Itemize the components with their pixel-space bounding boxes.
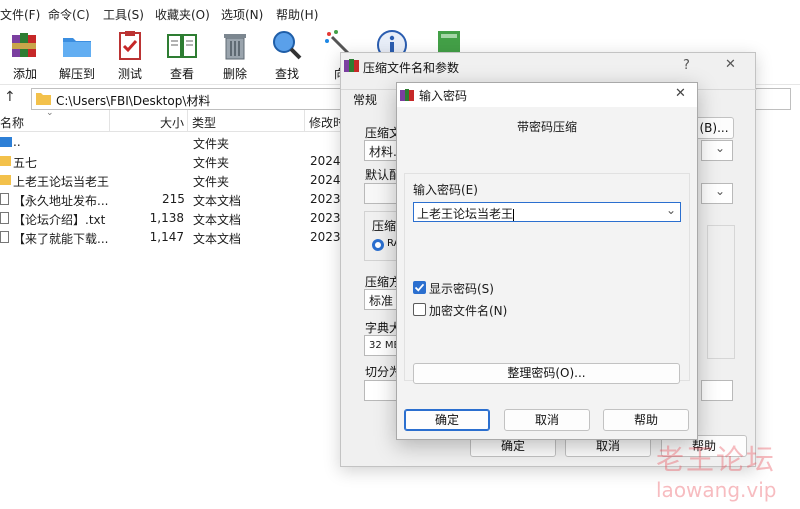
file-size: 1,147	[149, 230, 184, 244]
file-type: 文本文档	[193, 194, 242, 208]
file-name: 【来了就能下载...	[13, 232, 109, 246]
book-icon	[167, 34, 197, 58]
file-type: 文件夹	[193, 137, 230, 151]
dict-dropdown[interactable]: 32 MB	[364, 335, 400, 356]
menu-tools[interactable]: 工具(S)	[103, 6, 144, 23]
browse-button[interactable]: (B)...	[694, 117, 734, 139]
column-header-type[interactable]: 类型	[188, 110, 305, 132]
archive-books-icon	[12, 33, 36, 57]
extract-button[interactable]: 解压到	[50, 26, 104, 84]
trash-icon	[224, 34, 246, 60]
ok-button[interactable]: 确定	[404, 409, 490, 431]
archive-name-input[interactable]: 材料.r	[364, 140, 400, 161]
clipboard-check-icon	[119, 31, 141, 60]
archive-name-dropdown[interactable]: ⌄	[701, 140, 733, 161]
organize-passwords-button[interactable]: 整理密码(O)...	[413, 363, 680, 384]
file-type: 文本文档	[193, 213, 242, 227]
find-label: 查找	[274, 67, 299, 81]
magnifier-icon	[273, 31, 302, 60]
dialog-title: 压缩文件名和参数	[363, 61, 460, 75]
delete-label: 删除	[222, 67, 247, 81]
file-size: 1,138	[149, 211, 184, 225]
test-label: 测试	[117, 67, 142, 81]
folder-icon	[0, 156, 11, 166]
file-type: 文本文档	[193, 232, 242, 246]
text-cursor	[513, 208, 515, 221]
menu-favorites[interactable]: 收藏夹(O)	[155, 6, 210, 23]
close-icon[interactable]: ✕	[725, 57, 736, 72]
file-type: 文件夹	[193, 175, 230, 189]
show-password-label[interactable]: 显示密码(S)	[429, 280, 494, 297]
menu-options[interactable]: 选项(N)	[221, 6, 263, 23]
delete-button[interactable]: 删除	[208, 26, 262, 84]
checkmark-icon	[414, 283, 425, 292]
split-unit-dropdown[interactable]	[701, 380, 733, 401]
chevron-down-icon[interactable]: ⌄	[666, 203, 676, 217]
file-name: ..	[13, 135, 21, 149]
up-arrow-icon[interactable]: ↑	[4, 89, 16, 105]
winrar-icon	[344, 59, 359, 72]
password-input[interactable]: 上老王论坛当老王 ⌄	[413, 202, 681, 222]
extract-label: 解压到	[58, 67, 95, 81]
password-dialog: 输入密码 ✕ 带密码压缩 输入密码(E) 上老王论坛当老王 ⌄ 显示密码(S) …	[396, 82, 698, 440]
password-dialog-title: 输入密码	[419, 89, 468, 103]
rar-radio[interactable]	[372, 239, 384, 251]
menu-command[interactable]: 命令(C)	[48, 6, 90, 23]
test-button[interactable]: 测试	[103, 26, 157, 84]
add-button[interactable]: 添加	[0, 26, 52, 84]
password-label: 输入密码(E)	[413, 183, 478, 197]
view-button[interactable]: 查看	[155, 26, 209, 84]
column-header-size[interactable]: 大小	[110, 110, 188, 132]
parent-folder-icon	[0, 137, 12, 147]
password-value: 上老王论坛当老王	[417, 207, 514, 221]
file-name: 上老王论坛当老王	[13, 175, 110, 189]
show-password-checkbox[interactable]	[413, 281, 426, 294]
help-icon[interactable]: ?	[683, 58, 690, 73]
format-group-label: 压缩	[372, 219, 397, 233]
close-icon[interactable]: ✕	[675, 86, 686, 101]
file-type: 文件夹	[193, 156, 230, 170]
find-button[interactable]: 查找	[260, 26, 314, 84]
file-name: 五七	[13, 156, 38, 170]
chevron-down-icon: ⌄	[715, 141, 726, 155]
options-groupbox	[707, 225, 735, 359]
watermark-title: 老王论坛	[656, 443, 777, 476]
text-file-icon	[0, 193, 9, 205]
password-titlebar: 输入密码 ✕	[397, 83, 697, 107]
menu-help[interactable]: 帮助(H)	[276, 6, 318, 23]
folder-icon	[0, 175, 11, 185]
encrypt-filenames-label[interactable]: 加密文件名(N)	[429, 302, 507, 319]
folder-icon	[36, 93, 51, 105]
text-file-icon	[0, 212, 9, 224]
sort-arrow-icon: ⌄	[46, 108, 54, 118]
update-mode-dropdown[interactable]: ⌄	[701, 183, 733, 204]
encrypt-filenames-checkbox[interactable]	[413, 303, 426, 316]
column-header-name[interactable]: 名称 ⌄	[0, 108, 110, 132]
file-name: 【永久地址发布...	[13, 194, 109, 208]
view-label: 查看	[169, 67, 194, 81]
winrar-icon	[400, 89, 414, 101]
folder-extract-icon	[63, 38, 91, 57]
address-path: C:\Users\FBI\Desktop\材料	[56, 94, 211, 108]
profiles-button[interactable]	[364, 183, 400, 204]
text-file-icon	[0, 231, 9, 243]
split-input[interactable]	[364, 380, 400, 401]
add-label: 添加	[12, 67, 37, 81]
password-heading: 带密码压缩	[516, 120, 577, 134]
watermark-url: laowang.vip	[656, 478, 777, 502]
tab-general[interactable]: 常规	[353, 91, 377, 108]
menu-file[interactable]: 文件(F)	[0, 6, 40, 23]
menu-bar: 文件(F) 命令(C) 工具(S) 收藏夹(O) 选项(N) 帮助(H)	[0, 0, 800, 26]
help-button[interactable]: 帮助	[603, 409, 689, 431]
method-dropdown[interactable]: 标准	[364, 289, 400, 310]
file-name: 【论坛介绍】.txt	[13, 213, 106, 227]
file-size: 215	[162, 192, 185, 206]
cancel-button[interactable]: 取消	[504, 409, 590, 431]
chevron-down-icon: ⌄	[715, 184, 726, 198]
